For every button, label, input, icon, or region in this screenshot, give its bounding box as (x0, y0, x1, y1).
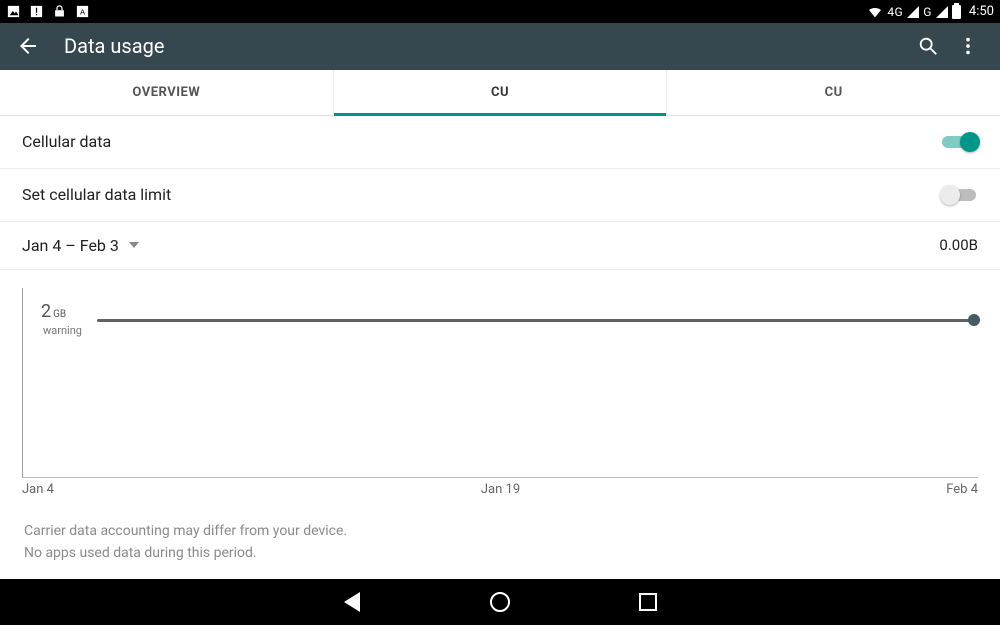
signal-icon-1 (907, 6, 919, 18)
app-bar: Data usage (0, 23, 1000, 69)
warning-handle[interactable] (968, 314, 980, 326)
note-no-apps: No apps used data during this period. (24, 542, 976, 564)
nav-back-button[interactable] (338, 588, 366, 616)
set-limit-switch[interactable] (942, 185, 978, 205)
set-limit-label: Set cellular data limit (22, 185, 171, 204)
x-tick-mid: Jan 19 (481, 482, 520, 497)
picture-icon (6, 4, 21, 19)
overflow-menu-button[interactable] (948, 26, 988, 66)
status-clock: 4:50 (969, 4, 994, 19)
wifi-icon (867, 4, 883, 20)
nav-recents-button[interactable] (634, 588, 662, 616)
nav-home-button[interactable] (486, 588, 514, 616)
status-bar: A 4G G 4:50 (0, 0, 1000, 23)
row-cellular-data[interactable]: Cellular data (0, 116, 1000, 169)
cellular-data-label: Cellular data (22, 132, 111, 151)
battery-icon (952, 5, 961, 19)
system-nav-bar (0, 579, 1000, 625)
back-button[interactable] (12, 30, 44, 62)
page-title: Data usage (64, 34, 164, 58)
cellular-data-switch[interactable] (942, 132, 978, 152)
row-date-range: Jan 4 – Feb 3 0.00B (0, 222, 1000, 270)
tabs: OVERVIEW CU CU (0, 70, 1000, 116)
footer-notes: Carrier data accounting may differ from … (0, 506, 1000, 579)
warning-line[interactable] (97, 319, 972, 322)
usage-total: 0.00B (939, 236, 978, 254)
network-label-2: G (923, 5, 932, 19)
app-icon: A (75, 4, 90, 19)
row-set-limit[interactable]: Set cellular data limit (0, 169, 1000, 222)
search-button[interactable] (908, 26, 948, 66)
note-carrier: Carrier data accounting may differ from … (24, 520, 976, 542)
chevron-down-icon (129, 242, 139, 248)
tab-cu-1[interactable]: CU (334, 70, 667, 115)
date-range-label: Jan 4 – Feb 3 (22, 236, 119, 255)
tab-cu-2[interactable]: CU (667, 70, 1000, 115)
x-tick-start: Jan 4 (22, 482, 54, 497)
date-range-dropdown[interactable]: Jan 4 – Feb 3 (22, 236, 139, 255)
usage-chart: 2GB warning Jan 4 Jan 19 Feb 4 (0, 270, 1000, 506)
network-label-1: 4G (887, 5, 903, 19)
tab-overview[interactable]: OVERVIEW (0, 70, 333, 115)
x-axis: Jan 4 Jan 19 Feb 4 (22, 482, 978, 502)
alert-icon (29, 4, 44, 19)
svg-text:A: A (80, 8, 85, 17)
warning-sublabel: warning (43, 324, 82, 337)
signal-icon-2 (936, 6, 948, 18)
x-tick-end: Feb 4 (946, 482, 978, 497)
lock-icon (52, 4, 67, 19)
warning-value: 2GB (41, 301, 66, 322)
